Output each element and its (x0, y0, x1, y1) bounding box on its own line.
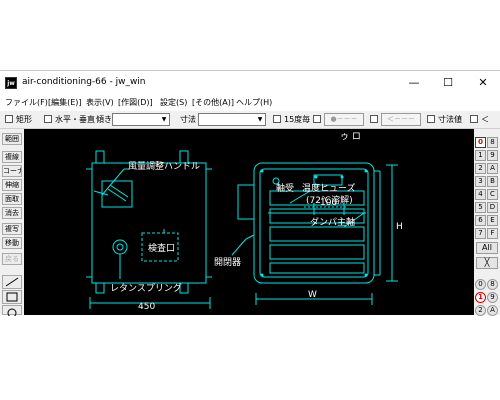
label-top-partial: ゥ ロ (340, 132, 361, 142)
layer-8[interactable]: 8 (487, 137, 498, 148)
layer-0[interactable]: 0 (475, 137, 486, 148)
tool-offset[interactable]: 複線 (2, 151, 22, 163)
lt-label: ＜ (481, 115, 489, 124)
dimval-label: 寸法値 (438, 115, 462, 124)
tool-circle[interactable] (2, 305, 22, 318)
label-inspection: 検査口 (148, 242, 175, 254)
layer-9[interactable]: 9 (487, 150, 498, 161)
tool-copy[interactable]: 複写 (2, 223, 22, 235)
dim-w: W (308, 290, 317, 300)
menu-file[interactable]: ファイル(F) (5, 97, 48, 108)
dim-h: H (396, 222, 403, 232)
layer-a[interactable]: A (487, 163, 498, 174)
layer-4[interactable]: 4 (475, 189, 486, 200)
group-8[interactable]: 8 (487, 279, 498, 290)
tool-move[interactable]: 移動 (2, 237, 22, 249)
label-spring: レタンスプリング (110, 282, 182, 294)
menu-edit[interactable]: [編集(E)] (48, 97, 82, 108)
dimval-checkbox[interactable] (427, 115, 435, 123)
dim-label: 寸法 (180, 115, 196, 124)
app-logo-icon: jw (5, 77, 17, 89)
menu-other[interactable]: [その他(A)] (192, 97, 234, 108)
group-9[interactable]: 9 (487, 292, 498, 303)
rect-checkbox[interactable] (5, 115, 13, 123)
dim-combo[interactable]: ▼ (198, 113, 266, 126)
angle-combo[interactable]: ▼ (112, 113, 170, 126)
layer-f[interactable]: F (487, 228, 498, 239)
close-button[interactable]: ✕ (466, 71, 500, 95)
app-window: jw air-conditioning-66 - jw_win — ☐ ✕ ファ… (0, 70, 500, 318)
menu-bar: ファイル(F) [編集(E)] 表示(V) [作図(D)] 設定(S) [その他… (0, 95, 500, 111)
label-handle: 風量調整ハンドル (128, 160, 200, 172)
deg15-label: 15度毎 (284, 115, 311, 124)
closer-device (237, 184, 255, 220)
arrow-line-checkbox[interactable] (370, 115, 378, 123)
layer-b[interactable]: B (487, 176, 498, 187)
chevron-down-icon: ▼ (257, 116, 263, 123)
layer-d[interactable]: D (487, 202, 498, 213)
window-title: air-conditioning-66 - jw_win (22, 77, 146, 87)
rectangle-tool-icon (6, 292, 18, 302)
layer-palette: 0 8 1 9 2 A 3 B 4 C 5 D 6 E 7 F All ╳ 0 … (474, 129, 500, 316)
group-1[interactable]: 1 (475, 292, 486, 303)
dot-line-button[interactable]: ●－－－ (324, 113, 364, 126)
layer-7[interactable]: 7 (475, 228, 486, 239)
handle-plate (101, 180, 133, 208)
hv-checkbox[interactable] (44, 115, 52, 123)
angle-label: 傾き (96, 115, 112, 124)
return-spring (112, 239, 128, 255)
label-fuse: 温度ヒューズ (302, 182, 356, 194)
layer-3[interactable]: 3 (475, 176, 486, 187)
tool-rectangle[interactable] (2, 290, 22, 304)
layer-e[interactable]: E (487, 215, 498, 226)
tool-corner[interactable]: コーナー (2, 165, 22, 177)
label-fuse-temp: (72℃溶解) (306, 194, 353, 206)
menu-settings[interactable]: 設定(S) (160, 97, 187, 108)
tool-chamfer[interactable]: 面取 (2, 193, 22, 205)
minimize-button[interactable]: — (397, 71, 431, 95)
maximize-button[interactable]: ☐ (431, 71, 465, 95)
arrow-line-button[interactable]: ＜－－－ (381, 113, 421, 126)
dot-line-checkbox[interactable] (313, 115, 321, 123)
label-closer: 開閉器 (214, 257, 241, 268)
circle-tool-icon (7, 308, 17, 318)
chevron-down-icon: ▼ (161, 116, 167, 123)
rect-label: 矩形 (16, 115, 32, 124)
title-bar: jw air-conditioning-66 - jw_win — ☐ ✕ (0, 71, 500, 95)
layer-6[interactable]: 6 (475, 215, 486, 226)
line-tool-icon (5, 277, 19, 287)
menu-help[interactable]: ヘルプ(H) (236, 97, 272, 108)
layer-x-button[interactable]: ╳ (476, 257, 498, 269)
group-a[interactable]: A (487, 305, 498, 316)
options-toolbar: 矩形 水平・垂直 傾き ▼ 寸法 ▼ 15度毎 ●－－－ ＜－－－ 寸法値 ＜ (0, 111, 500, 129)
menu-view[interactable]: 表示(V) (86, 97, 114, 108)
cad-drawing: 風量調整ハンドル 検査口 レタンスプリング 450 100 ゥ ロ 軸受 温度ヒ… (86, 132, 403, 312)
layer-all-button[interactable]: All (476, 242, 498, 254)
layer-5[interactable]: 5 (475, 202, 486, 213)
tool-range[interactable]: 範囲 (2, 133, 22, 145)
layer-1[interactable]: 1 (475, 150, 486, 161)
deg15-checkbox[interactable] (273, 115, 281, 123)
lt-checkbox[interactable] (470, 115, 478, 123)
dim-450: 450 (138, 302, 155, 312)
layer-2[interactable]: 2 (475, 163, 486, 174)
group-0[interactable]: 0 (475, 279, 486, 290)
tool-line[interactable] (2, 275, 22, 289)
drawing-canvas[interactable]: 風量調整ハンドル 検査口 レタンスプリング 450 100 ゥ ロ 軸受 温度ヒ… (24, 129, 474, 315)
label-shaft-bearing: 軸受 (276, 182, 294, 194)
tool-undo[interactable]: 戻る (2, 253, 22, 265)
tool-palette: 範囲 複線 コーナー 伸縮 面取 消去 複写 移動 戻る (0, 129, 22, 318)
menu-draw[interactable]: [作図(D)] (118, 97, 153, 108)
label-damper-shaft: ダンパ主軸 (310, 216, 355, 228)
tool-erase[interactable]: 消去 (2, 207, 22, 219)
hv-label: 水平・垂直 (55, 115, 95, 124)
tool-extend[interactable]: 伸縮 (2, 179, 22, 191)
group-2[interactable]: 2 (475, 305, 486, 316)
layer-c[interactable]: C (487, 189, 498, 200)
